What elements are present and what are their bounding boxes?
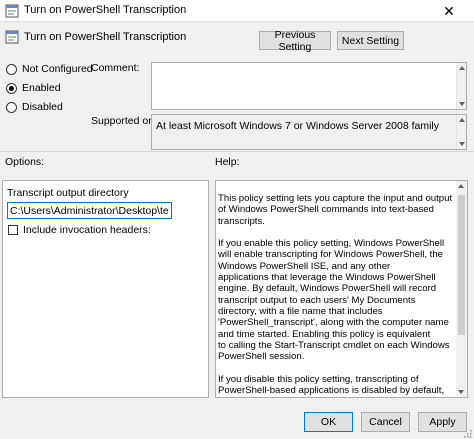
comment-textarea[interactable]: [151, 62, 467, 110]
comment-label: Comment:: [91, 62, 140, 74]
radio-button[interactable]: [6, 63, 17, 75]
checkbox[interactable]: [8, 225, 18, 235]
scroll-down-icon[interactable]: [459, 142, 465, 146]
radio-disabled[interactable]: Disabled: [6, 101, 63, 113]
setting-title: Turn on PowerShell Transcription: [24, 31, 187, 43]
window-title: Turn on PowerShell Transcription: [24, 4, 187, 16]
transcript-directory-input[interactable]: [7, 202, 172, 219]
supported-on-box: At least Microsoft Windows 7 or Windows …: [151, 114, 467, 150]
options-label: Options:: [5, 156, 45, 168]
options-panel: Transcript output directory Include invo…: [2, 180, 209, 398]
help-paragraph: If you disable this policy setting, tran…: [218, 373, 445, 397]
scroll-up-icon[interactable]: [459, 118, 465, 122]
radio-label: Not Configured: [22, 63, 93, 75]
next-setting-button[interactable]: Next Setting: [337, 31, 404, 50]
help-paragraph: If you enable this policy setting, Windo…: [218, 238, 450, 363]
scroll-down-icon[interactable]: [459, 102, 465, 106]
radio-label: Enabled: [22, 82, 61, 94]
comment-scrollbar[interactable]: [456, 63, 466, 109]
close-button[interactable]: ✕: [424, 0, 474, 22]
help-scrollbar[interactable]: [456, 181, 467, 397]
resize-grip-icon[interactable]: [463, 429, 472, 438]
radio-button-selected[interactable]: [6, 82, 17, 94]
include-invocation-headers-checkbox[interactable]: Include invocation headers:: [8, 224, 151, 236]
radio-label: Disabled: [22, 101, 63, 113]
radio-not-configured[interactable]: Not Configured: [6, 63, 93, 75]
apply-button[interactable]: Apply: [418, 412, 467, 432]
title-bar: Turn on PowerShell Transcription ✕: [0, 0, 474, 22]
supported-scrollbar[interactable]: [456, 115, 466, 149]
transcript-directory-label: Transcript output directory: [7, 187, 129, 199]
policy-setting-icon: [5, 30, 19, 44]
supported-on-value: At least Microsoft Windows 7 or Windows …: [156, 120, 440, 132]
policy-setting-icon: [5, 4, 19, 18]
ok-button[interactable]: OK: [304, 412, 353, 432]
scroll-up-icon[interactable]: [458, 184, 464, 188]
radio-enabled[interactable]: Enabled: [6, 82, 61, 94]
section-divider: [0, 151, 474, 152]
previous-setting-button[interactable]: Previous Setting: [259, 29, 331, 53]
scroll-down-icon[interactable]: [458, 390, 464, 394]
radio-button[interactable]: [6, 101, 17, 113]
help-paragraph: This policy setting lets you capture the…: [218, 193, 453, 227]
invocation-headers-label: Include invocation headers:: [23, 224, 151, 236]
help-label: Help:: [215, 156, 240, 168]
close-icon: ✕: [443, 2, 455, 19]
help-text: This policy setting lets you capture the…: [218, 193, 456, 397]
supported-on-label: Supported on:: [91, 115, 157, 127]
help-panel: This policy setting lets you capture the…: [215, 180, 468, 398]
help-scroll-thumb[interactable]: [458, 195, 465, 335]
cancel-button[interactable]: Cancel: [361, 412, 410, 432]
scroll-up-icon[interactable]: [459, 66, 465, 70]
